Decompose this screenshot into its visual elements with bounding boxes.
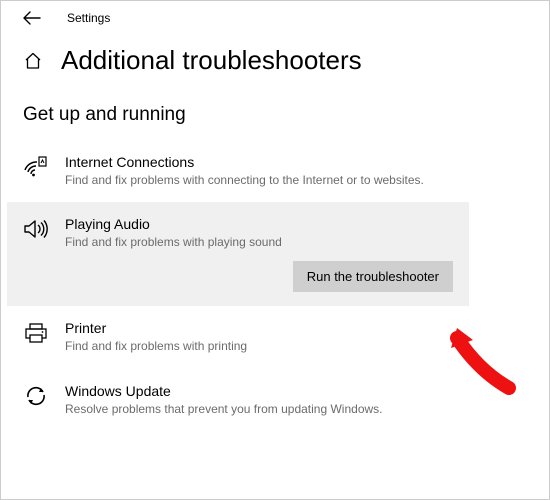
item-desc: Find and fix problems with connecting to… — [65, 172, 453, 188]
troubleshooter-audio[interactable]: Playing Audio Find and fix problems with… — [7, 202, 469, 306]
item-name: Playing Audio — [65, 216, 453, 232]
printer-icon — [23, 320, 49, 344]
speaker-icon — [23, 216, 49, 240]
item-desc: Resolve problems that prevent you from u… — [65, 401, 453, 417]
run-troubleshooter-button[interactable]: Run the troubleshooter — [293, 261, 453, 292]
troubleshooter-printer[interactable]: Printer Find and fix problems with print… — [7, 306, 469, 368]
home-icon[interactable] — [23, 51, 43, 71]
item-desc: Find and fix problems with playing sound — [65, 234, 453, 250]
item-name: Internet Connections — [65, 154, 453, 170]
back-button[interactable] — [23, 11, 41, 25]
troubleshooter-update[interactable]: Windows Update Resolve problems that pre… — [7, 369, 469, 431]
section-title: Get up and running — [1, 82, 549, 140]
item-desc: Find and fix problems with printing — [65, 338, 453, 354]
app-title: Settings — [67, 11, 110, 25]
item-name: Printer — [65, 320, 453, 336]
troubleshooter-list: Internet Connections Find and fix proble… — [1, 140, 549, 431]
page-title: Additional troubleshooters — [61, 45, 362, 76]
troubleshooter-internet[interactable]: Internet Connections Find and fix proble… — [7, 140, 469, 202]
item-name: Windows Update — [65, 383, 453, 399]
update-icon — [23, 383, 49, 407]
wifi-diag-icon — [23, 154, 49, 178]
